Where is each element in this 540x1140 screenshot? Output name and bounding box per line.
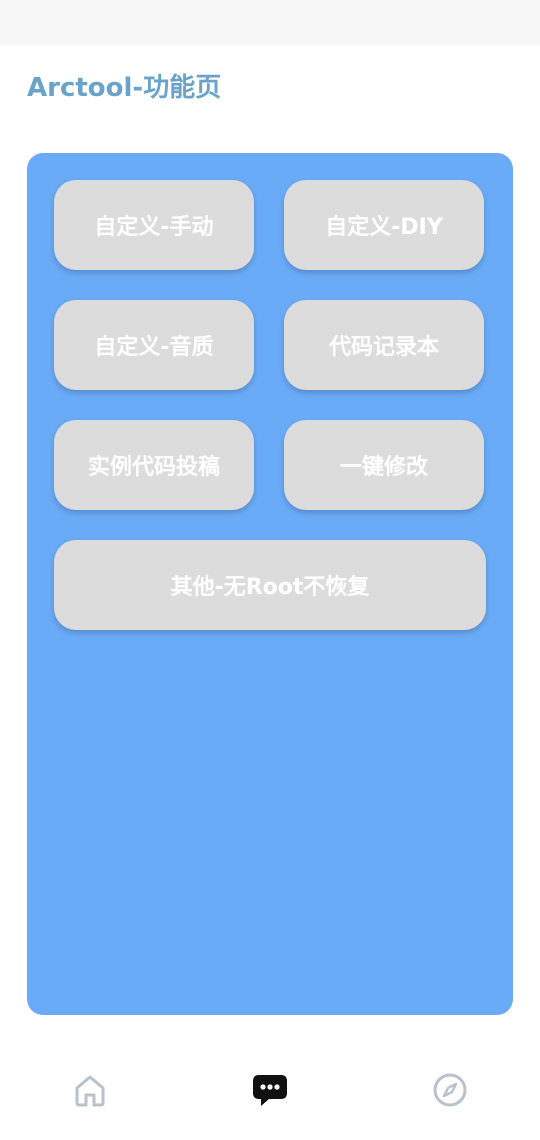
home-icon	[75, 1075, 105, 1107]
compass-icon	[433, 1073, 467, 1107]
code-notebook-button[interactable]: 代码记录本	[284, 300, 484, 390]
page-title: Arctool-功能页	[27, 73, 222, 103]
custom-manual-button[interactable]: 自定义-手动	[54, 180, 254, 270]
other-no-root-button[interactable]: 其他-无Root不恢复	[54, 540, 486, 630]
status-bar	[0, 0, 540, 45]
custom-audio-button[interactable]: 自定义-音质	[54, 300, 254, 390]
nav-chat[interactable]	[250, 1070, 290, 1110]
nav-explore[interactable]	[430, 1070, 470, 1110]
custom-diy-button[interactable]: 自定义-DIY	[284, 180, 484, 270]
one-click-modify-button[interactable]: 一键修改	[284, 420, 484, 510]
chat-bubble-icon	[253, 1075, 287, 1106]
submit-example-code-button[interactable]: 实例代码投稿	[54, 420, 254, 510]
nav-home[interactable]	[70, 1070, 110, 1110]
bottom-nav	[0, 1040, 540, 1140]
function-panel: 自定义-手动 自定义-DIY 自定义-音质 代码记录本 实例代码投稿 一键修改 …	[27, 153, 513, 1015]
